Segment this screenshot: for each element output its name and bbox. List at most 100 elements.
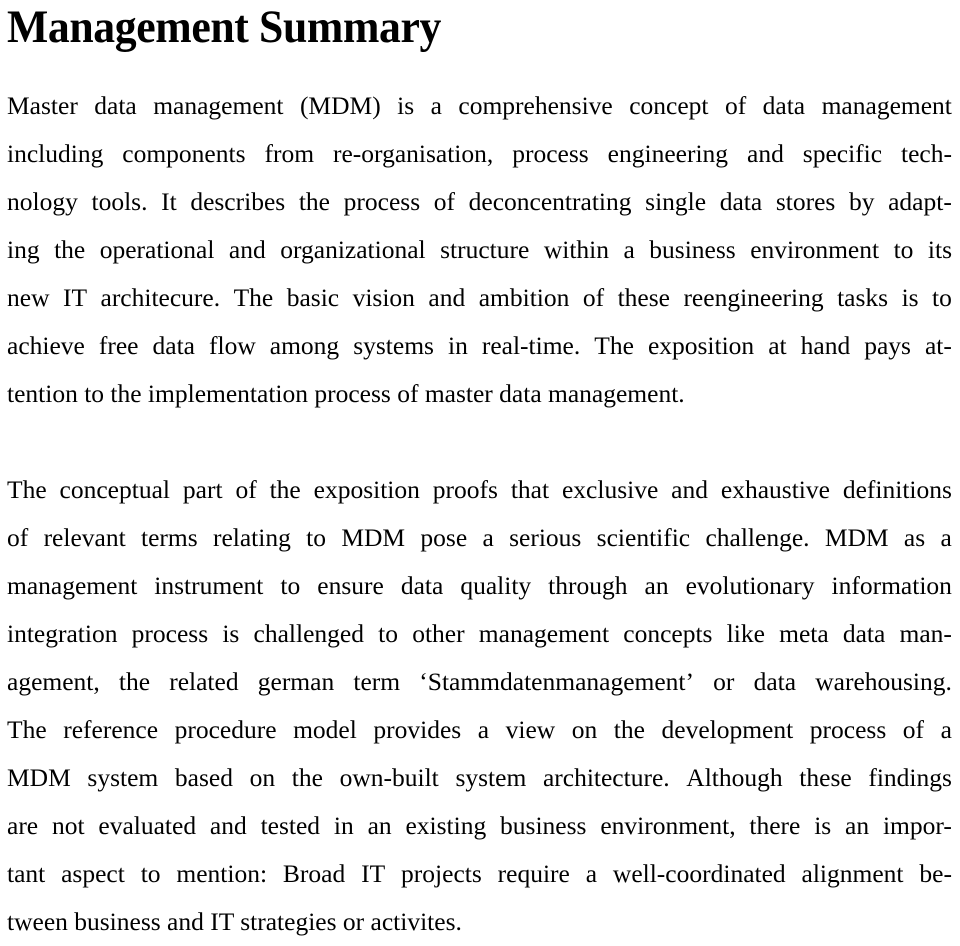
- text-word: ing: [7, 235, 40, 264]
- text-word: and: [671, 475, 708, 504]
- text-word: pose: [420, 523, 468, 552]
- text-word: as: [903, 523, 926, 552]
- text-word: projects: [401, 859, 482, 888]
- text-word: MDM: [824, 523, 889, 552]
- text-word: the: [269, 475, 301, 504]
- text-word: other: [412, 619, 465, 648]
- text-word: pays: [864, 331, 911, 360]
- text-word: to: [932, 283, 952, 312]
- text-word: architecure.: [100, 283, 221, 312]
- text-word: data: [400, 571, 444, 600]
- text-word: of: [724, 91, 747, 120]
- text-word: process: [131, 619, 209, 648]
- text-word: adapt-: [888, 187, 952, 216]
- text-word: to: [378, 619, 399, 648]
- text-word: concepts: [623, 619, 713, 648]
- text-word: re-organisation,: [333, 139, 494, 168]
- text-word: procedure: [174, 715, 277, 744]
- text-word: quality: [460, 571, 532, 600]
- text-word: management: [153, 91, 284, 120]
- text-word: vision: [352, 283, 415, 312]
- text-word: describes: [190, 187, 286, 216]
- text-word: proofs: [432, 475, 498, 504]
- text-word: require: [497, 859, 570, 888]
- text-word: at-: [924, 331, 952, 360]
- text-word: at: [768, 331, 787, 360]
- text-word: process: [343, 187, 421, 216]
- text-word: reference: [63, 715, 159, 744]
- text-word: and: [228, 235, 266, 264]
- text-word: including: [7, 139, 104, 168]
- text-word: MDM: [341, 523, 406, 552]
- text-line: of relevant terms relating to MDM pose a serious…: [7, 514, 952, 562]
- text-word: new: [7, 283, 50, 312]
- text-word: is: [397, 91, 415, 120]
- text-word: a: [623, 235, 635, 264]
- text-word: the: [298, 187, 330, 216]
- text-word: findings: [868, 763, 952, 792]
- text-word: like: [726, 619, 765, 648]
- text-word: data: [753, 667, 797, 696]
- text-word: scientific: [596, 523, 691, 552]
- text-word: existing: [405, 811, 487, 840]
- text-word: environment: [750, 235, 880, 264]
- text-word: data: [719, 187, 763, 216]
- text-word: its: [927, 235, 952, 264]
- text-word: tested: [260, 811, 321, 840]
- text-word: and: [747, 139, 784, 168]
- paragraph-2: The conceptual part of the exposition proofs th…: [7, 466, 952, 706]
- text-word: a: [477, 715, 490, 744]
- text-word: exposition: [647, 331, 755, 360]
- text-word: aspect: [61, 859, 125, 888]
- text-word: related: [169, 667, 239, 696]
- text-word: (MDM): [299, 91, 381, 120]
- text-word: ensure: [317, 571, 384, 600]
- text-line: tween business and IT strategies or acti…: [7, 898, 952, 946]
- text-word: single: [645, 187, 707, 216]
- text-word: engineering: [607, 139, 729, 168]
- text-word: a: [430, 91, 442, 120]
- text-word: basic: [286, 283, 340, 312]
- page-title: Management Summary: [7, 1, 441, 53]
- text-word: mention:: [176, 859, 268, 888]
- text-word: challenged: [253, 619, 364, 648]
- text-word: of: [433, 187, 456, 216]
- text-word: stores: [775, 187, 836, 216]
- text-word: that: [510, 475, 550, 504]
- text-word: It: [161, 187, 177, 216]
- text-word: of: [902, 715, 925, 744]
- text-word: provides: [373, 715, 462, 744]
- text-word: nology: [7, 187, 78, 216]
- text-word: business: [500, 811, 587, 840]
- text-word: challenge.: [705, 523, 810, 552]
- text-word: impor-: [882, 811, 952, 840]
- text-word: management: [7, 571, 138, 600]
- text-word: definitions: [842, 475, 952, 504]
- text-line: agement, the related german term ‘Stammdatenm…: [7, 658, 952, 706]
- text-line: nology tools. It describes the process of decon…: [7, 178, 952, 226]
- text-word: components: [122, 139, 246, 168]
- text-word: is: [901, 283, 919, 312]
- text-word: conceptual: [59, 475, 170, 504]
- text-word: on: [249, 763, 276, 792]
- text-word: IT: [361, 859, 386, 888]
- text-word: tasks: [837, 283, 889, 312]
- text-word: serious: [509, 523, 582, 552]
- text-word: there: [749, 811, 801, 840]
- text-word: process: [512, 139, 589, 168]
- text-word: relating: [212, 523, 291, 552]
- text-word: process: [809, 715, 887, 744]
- text-word: tween business and IT strategies or acti…: [7, 907, 462, 936]
- text-word: view: [505, 715, 556, 744]
- text-word: free: [98, 331, 139, 360]
- text-word: of: [235, 475, 257, 504]
- text-word: The: [594, 331, 634, 360]
- text-word: german: [257, 667, 335, 696]
- text-word: evolutionary: [685, 571, 815, 600]
- text-word: relevant: [43, 523, 126, 552]
- text-word: deconcentrating: [468, 187, 632, 216]
- text-word: The: [7, 475, 47, 504]
- text-word: alignment: [801, 859, 904, 888]
- text-word: The: [7, 715, 47, 744]
- text-word: the: [613, 715, 645, 744]
